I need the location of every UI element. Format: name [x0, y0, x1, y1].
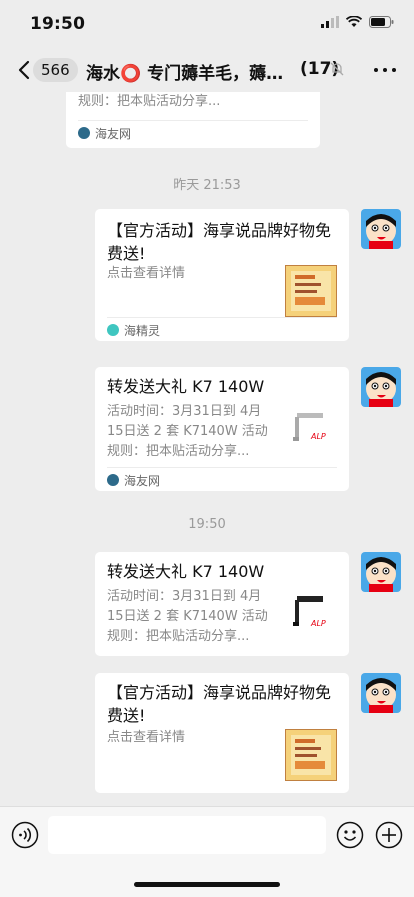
plus-icon [375, 821, 403, 849]
message-card[interactable]: 转发送大礼 K7 140W 活动时间：3月31日到 4月15日送 2 套 K71… [95, 367, 349, 491]
card-thumbnail: ALP [285, 588, 337, 640]
emoji-icon [336, 821, 364, 849]
message-card[interactable]: 【官方活动】海享说品牌好物免费送! 点击查看详情 海精灵 [95, 209, 349, 341]
avatar-image [361, 209, 401, 249]
card-description: 活动时间：3月31日到 4月15日送 2 套 K7140W 活动规则：把本贴活动… [107, 404, 268, 459]
card-source: 海友网 [107, 467, 337, 492]
haiyou-icon [78, 127, 90, 139]
voice-button[interactable] [11, 821, 39, 849]
mute-icon [330, 62, 344, 76]
promo-image [285, 265, 337, 317]
card-thumbnail [285, 265, 337, 317]
haijingling-icon [107, 324, 119, 336]
avatar[interactable] [361, 209, 401, 249]
card-description: 点击查看详情 [107, 730, 186, 745]
plus-button[interactable] [375, 821, 403, 849]
unread-count-badge[interactable]: 566 [33, 58, 78, 82]
card-title: 【官方活动】海享说品牌好物免费送! [107, 221, 332, 263]
source-label: 海友网 [124, 473, 161, 488]
product-image: ALP [285, 588, 337, 640]
signal-icon [321, 16, 339, 28]
card-title: 转发送大礼 K7 140W [107, 562, 265, 581]
home-indicator[interactable] [134, 882, 280, 887]
emoji-button[interactable] [336, 821, 364, 849]
card-description: 活动时间：3月31日到 4月15日送 2 套 K7140W 活动规则：把本贴活动… [107, 589, 268, 644]
card-source: 海友网 [78, 120, 308, 145]
card-description: 点击查看详情 [107, 266, 186, 281]
timestamp: 19:50 [188, 517, 226, 532]
source-label: 海精灵 [124, 323, 161, 338]
card-title: 转发送大礼 K7 140W [107, 377, 265, 396]
message-input[interactable] [48, 816, 326, 854]
timestamp: 昨天 21:53 [173, 178, 241, 193]
status-icons [321, 16, 394, 28]
message-card[interactable]: 规则：把本贴活动分享... ALP 海友网 [66, 92, 320, 148]
chat-header: 566 海水⭕ 专门薅羊毛，薅… (17) [0, 48, 414, 92]
avatar[interactable] [361, 673, 401, 713]
status-bar: 19:50 [0, 0, 414, 48]
avatar-image [361, 673, 401, 713]
message-card[interactable]: 转发送大礼 K7 140W 活动时间：3月31日到 4月15日送 2 套 K71… [95, 552, 349, 656]
message-card[interactable]: 【官方活动】海享说品牌好物免费送! 点击查看详情 [95, 673, 349, 793]
status-time: 19:50 [30, 14, 86, 34]
promo-image [285, 729, 337, 781]
back-icon [18, 60, 30, 80]
more-icon-dot [392, 68, 396, 72]
card-description: 规则：把本贴活动分享... [78, 94, 221, 109]
avatar[interactable] [361, 552, 401, 592]
voice-icon [11, 821, 39, 849]
product-image: ALP [277, 92, 292, 94]
svg-text:ALP: ALP [310, 432, 326, 441]
card-thumbnail [285, 729, 337, 781]
svg-text:ALP: ALP [277, 92, 292, 94]
more-icon [374, 68, 378, 72]
haiyou-icon [107, 474, 119, 486]
svg-text:ALP: ALP [310, 619, 326, 628]
more-icon-dot [383, 68, 387, 72]
card-thumbnail: ALP [256, 92, 308, 98]
card-source: 海精灵 [107, 317, 337, 342]
product-image: ALP [285, 403, 337, 455]
battery-icon [369, 16, 394, 28]
source-label: 海友网 [95, 126, 132, 141]
card-title: 【官方活动】海享说品牌好物免费送! [107, 683, 332, 725]
avatar[interactable] [361, 367, 401, 407]
more-button[interactable] [374, 60, 396, 80]
card-thumbnail: ALP [285, 403, 337, 455]
wifi-icon [346, 16, 362, 27]
avatar-image [361, 552, 401, 592]
message-list[interactable]: 规则：把本贴活动分享... ALP 海友网 昨天 21:53 【官方活动】海享说… [0, 92, 414, 806]
avatar-image [361, 367, 401, 407]
chat-title: 海水⭕ 专门薅羊毛，薅… [86, 64, 284, 84]
